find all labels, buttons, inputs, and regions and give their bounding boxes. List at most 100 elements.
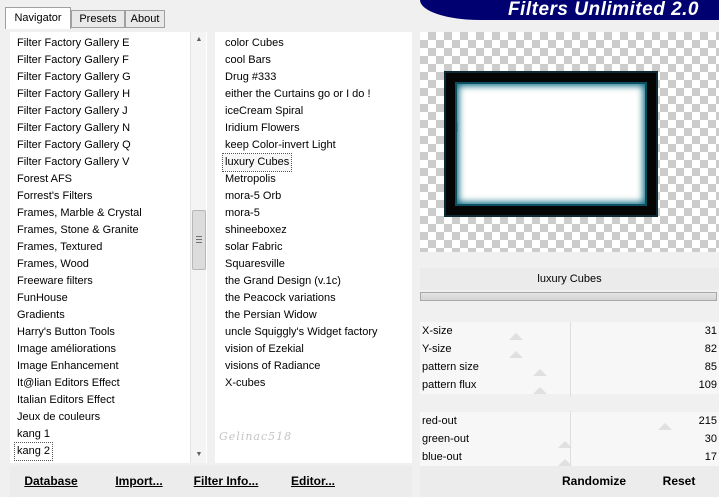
category-list[interactable]: Filter Factory Gallery E Filter Factory G…	[10, 32, 207, 463]
category-item[interactable]: kang 1	[17, 426, 50, 443]
filter-item[interactable]: shineeboxez	[225, 222, 287, 239]
category-item[interactable]: Filter Factory Gallery N	[17, 120, 130, 137]
category-item[interactable]: Jeux de couleurs	[17, 409, 100, 426]
grip-line	[196, 242, 202, 243]
slider-thumb[interactable]	[509, 333, 523, 340]
category-item[interactable]: Freeware filters	[17, 273, 93, 290]
category-item[interactable]: kang 2	[13, 442, 54, 461]
preview-pane	[420, 32, 719, 252]
category-item[interactable]: Filter Factory Gallery E	[17, 35, 129, 52]
filter-item[interactable]: vision of Ezekial	[225, 341, 304, 358]
category-item[interactable]: Filter Factory Gallery Q	[17, 137, 131, 154]
slider-thumb[interactable]	[533, 387, 547, 394]
filter-item[interactable]: luxury Cubes	[221, 153, 293, 172]
category-item[interactable]: Frames, Stone & Granite	[17, 222, 139, 239]
grip-line	[196, 236, 202, 237]
slider-label: Y-size	[422, 343, 452, 355]
database-button-label: Database	[24, 474, 78, 488]
filter-item[interactable]: iceCream Spiral	[225, 103, 303, 120]
category-item[interactable]: Forest AFS	[17, 171, 72, 188]
filter-info-button-label: Filter Info...	[193, 474, 259, 488]
filter-item[interactable]: Metropolis	[225, 171, 276, 188]
category-item[interactable]: Filter Factory Gallery H	[17, 86, 130, 103]
category-item[interactable]: Frames, Marble & Crystal	[17, 205, 142, 222]
slider-label: blue-out	[422, 451, 462, 463]
slider-label: red-out	[422, 415, 457, 427]
slider-value: 85	[704, 361, 717, 373]
preview-mark	[457, 122, 458, 132]
preview-frame	[446, 73, 656, 215]
filter-item[interactable]: the Grand Design (v.1c)	[225, 273, 341, 290]
category-item[interactable]: Filter Factory Gallery G	[17, 69, 131, 86]
slider-thumb[interactable]	[533, 369, 547, 376]
slider-value: 82	[704, 343, 717, 355]
randomize-button-label: Randomize	[561, 474, 626, 488]
slider-value: 31	[704, 325, 717, 337]
slider-value: 17	[704, 451, 717, 463]
category-scrollbar[interactable]: ▲ ▼	[190, 32, 206, 463]
filter-item[interactable]: solar Fabric	[225, 239, 282, 256]
category-item[interactable]: Harry's Button Tools	[17, 324, 115, 341]
database-button[interactable]: Database	[18, 466, 84, 497]
slider-value: 215	[698, 415, 717, 427]
slider-value: 30	[704, 433, 717, 445]
tab-navigator[interactable]: Navigator	[5, 7, 71, 29]
watermark: Gelinac518	[219, 430, 293, 443]
category-item[interactable]: Filter Factory Gallery V	[17, 154, 129, 171]
reset-button-label: Reset	[662, 474, 696, 488]
filter-item[interactable]: Drug #333	[225, 69, 276, 86]
slider-value: 109	[698, 379, 717, 391]
app-title: Filters Unlimited 2.0	[507, 0, 699, 20]
filter-item[interactable]: the Persian Widow	[225, 307, 317, 324]
filter-item[interactable]: Iridium Flowers	[225, 120, 300, 137]
filter-item[interactable]: either the Curtains go or I do !	[225, 86, 371, 103]
slider-thumb[interactable]	[509, 351, 523, 358]
filter-item[interactable]: color Cubes	[225, 35, 284, 52]
slider-label: pattern flux	[422, 379, 477, 391]
category-item[interactable]: Filter Factory Gallery F	[17, 52, 129, 69]
selected-filter-name: luxury Cubes	[420, 268, 719, 290]
editor-button[interactable]: Editor...	[286, 466, 340, 497]
grip-line	[196, 239, 202, 240]
slider-label: pattern size	[422, 361, 479, 373]
import-button-label: Import...	[115, 474, 163, 488]
filter-list[interactable]: color Cubes cool Bars Drug #333 either the …	[215, 32, 412, 463]
slider-label: X-size	[422, 325, 453, 337]
slider-divider	[570, 411, 571, 466]
filter-item[interactable]: visions of Radiance	[225, 358, 320, 375]
slider-thumb[interactable]	[658, 423, 672, 430]
filter-info-button[interactable]: Filter Info...	[190, 466, 262, 497]
filter-item[interactable]: mora-5	[225, 205, 260, 222]
tab-presets[interactable]: Presets	[71, 10, 125, 28]
category-item[interactable]: kang 3	[17, 460, 50, 463]
filter-item[interactable]: Squaresville	[225, 256, 285, 273]
category-item[interactable]: Italian Editors Effect	[17, 392, 115, 409]
slider-label: green-out	[422, 433, 470, 445]
category-item[interactable]: Gradients	[17, 307, 65, 324]
scroll-up-icon[interactable]: ▲	[191, 32, 207, 48]
filter-item[interactable]: keep Color-invert Light	[225, 137, 336, 154]
category-item[interactable]: Forrest's Filters	[17, 188, 92, 205]
scroll-down-icon[interactable]: ▼	[191, 447, 207, 463]
filter-item[interactable]: cool Bars	[225, 52, 271, 69]
category-item[interactable]: Frames, Wood	[17, 256, 89, 273]
filter-item[interactable]: mora-5 Orb	[225, 188, 281, 205]
editor-button-label: Editor...	[290, 474, 335, 488]
reset-button[interactable]: Reset	[656, 466, 702, 497]
tab-about[interactable]: About	[125, 10, 165, 28]
category-item[interactable]: Frames, Textured	[17, 239, 102, 256]
filter-item[interactable]: X-cubes	[225, 375, 265, 392]
filter-item[interactable]: uncle Squiggly's Widget factory	[225, 324, 378, 341]
title-banner: Filters Unlimited 2.0	[420, 0, 719, 20]
randomize-button[interactable]: Randomize	[556, 466, 632, 497]
progress-bar	[420, 292, 717, 301]
category-item[interactable]: Filter Factory Gallery J	[17, 103, 128, 120]
scroll-thumb[interactable]	[192, 210, 206, 270]
category-item[interactable]: It@lian Editors Effect	[17, 375, 120, 392]
category-item[interactable]: Image améliorations	[17, 341, 116, 358]
slider-divider	[570, 322, 571, 397]
import-button[interactable]: Import...	[110, 466, 168, 497]
category-item[interactable]: Image Enhancement	[17, 358, 119, 375]
category-item[interactable]: FunHouse	[17, 290, 68, 307]
filter-item[interactable]: the Peacock variations	[225, 290, 336, 307]
